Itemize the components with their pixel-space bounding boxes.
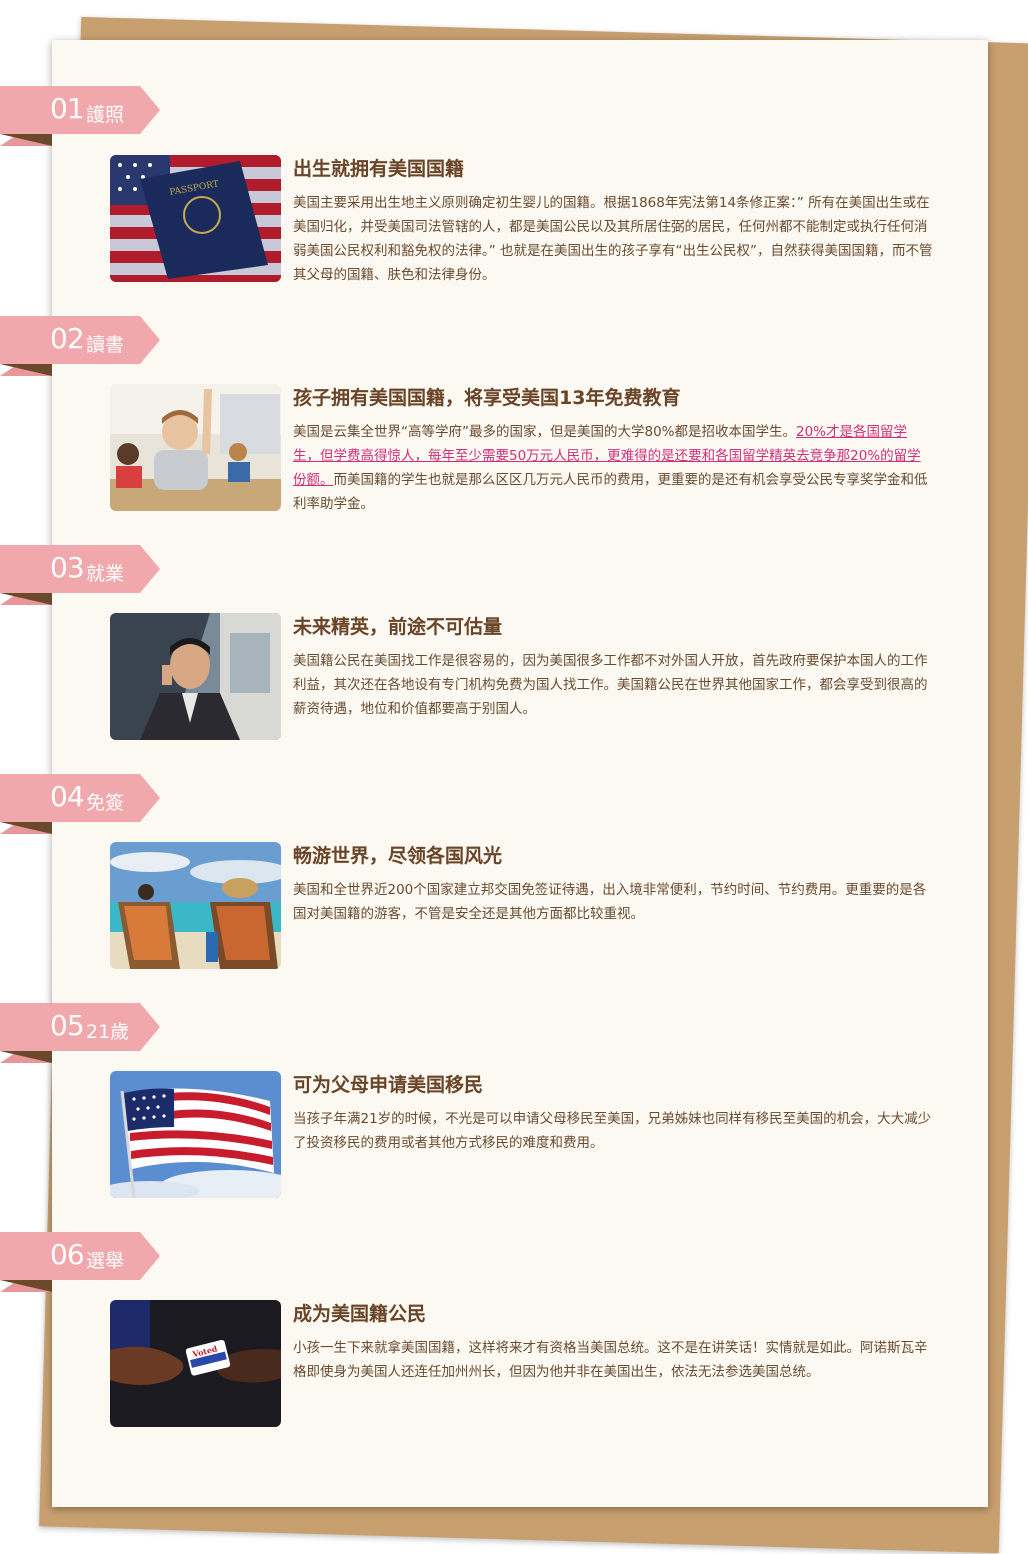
ribbon-label: 免簽	[86, 792, 125, 814]
section-content: 可为父母申请美国移民 当孩子年满21岁的时候，不光是可以申请父母移民至美国，兄弟…	[293, 1071, 933, 1155]
section-title: 出生就拥有美国国籍	[293, 158, 465, 180]
ribbon-03: 03 就業	[0, 545, 160, 605]
ribbon-01: 01 護照	[0, 86, 160, 146]
section-content: 成为美国籍公民 小孩一生下来就拿美国国籍，这样将来才有资格当美国总统。这不是在讲…	[293, 1300, 933, 1384]
ribbon-number: 01	[50, 92, 85, 125]
ribbon-fold	[0, 1051, 52, 1063]
passport-photo: PASSPORT	[110, 155, 281, 282]
ribbon-label: 21歲	[86, 1021, 130, 1043]
ribbon-label: 讀書	[86, 334, 125, 356]
section-text: 小孩一生下来就拿美国国籍，这样将来才有资格当美国总统。这不是在讲笑话！实情就是如…	[293, 1340, 928, 1380]
ribbon-number: 06	[50, 1238, 85, 1271]
beach-photo	[110, 842, 281, 969]
ribbon-number: 02	[50, 322, 85, 355]
ribbon-fold	[0, 593, 52, 605]
section-title: 畅游世界，尽领各国风光	[293, 845, 503, 867]
flag-photo	[110, 1071, 281, 1198]
section-content: 未来精英，前途不可估量 美国籍公民在美国找工作是很容易的，因为美国很多工作都不对…	[293, 613, 933, 721]
section-text: 美国主要采用出生地主义原则确定初生婴儿的国籍。根据1868年宪法第14条修正案：…	[293, 195, 933, 283]
section-content: 出生就拥有美国国籍 美国主要采用出生地主义原则确定初生婴儿的国籍。根据1868年…	[293, 155, 933, 287]
classroom-photo	[110, 384, 281, 511]
ribbon-number: 05	[50, 1009, 85, 1042]
section-title: 可为父母申请美国移民	[293, 1074, 484, 1096]
section-content: 畅游世界，尽领各国风光 美国和全世界近200个国家建立邦交国免签证待遇，出入境非…	[293, 842, 933, 926]
section-text-before: 美国是云集全世界“高等学府”最多的国家，但是美国的大学80%都是招收本国学生。	[293, 424, 796, 440]
ribbon-number: 03	[50, 551, 85, 584]
section-text: 美国籍公民在美国找工作是很容易的，因为美国很多工作都不对外国人开放，首先政府要保…	[293, 653, 928, 717]
section-text: 美国和全世界近200个国家建立邦交国免签证待遇，出入境非常便利，节约时间、节约费…	[293, 882, 927, 922]
ribbon-06: 06 選舉	[0, 1232, 160, 1292]
ribbon-fold	[0, 1280, 52, 1292]
section-content: 孩子拥有美国国籍，将享受美国13年免费教育 美国是云集全世界“高等学府”最多的国…	[293, 384, 933, 516]
ribbon-04: 04 免簽	[0, 774, 160, 834]
section-text: 美国是云集全世界“高等学府”最多的国家，但是美国的大学80%都是招收本国学生。2…	[293, 420, 933, 516]
ribbon-fold	[0, 134, 52, 146]
section-title: 未来精英，前途不可估量	[293, 616, 503, 638]
section-text-after: 而美国籍的学生也就是那么区区几万元人民币的费用，更重要的是还有机会享受公民专享奖…	[293, 472, 928, 512]
ribbon-02: 02 讀書	[0, 316, 160, 376]
voting-photo: Voted	[110, 1300, 281, 1427]
section-title: 孩子拥有美国国籍，将享受美国13年免费教育	[293, 387, 681, 409]
ribbon-fold	[0, 364, 52, 376]
ribbon-number: 04	[50, 780, 85, 813]
ribbon-label: 護照	[86, 104, 125, 126]
ribbon-fold	[0, 822, 52, 834]
section-text: 当孩子年满21岁的时候，不光是可以申请父母移民至美国，兄弟姊妹也同样有移民至美国…	[293, 1111, 932, 1151]
section-title: 成为美国籍公民	[293, 1303, 427, 1325]
businessman-photo	[110, 613, 281, 740]
ribbon-label: 選舉	[86, 1250, 125, 1272]
ribbon-05: 05 21歲	[0, 1003, 160, 1063]
ribbon-label: 就業	[86, 563, 125, 585]
